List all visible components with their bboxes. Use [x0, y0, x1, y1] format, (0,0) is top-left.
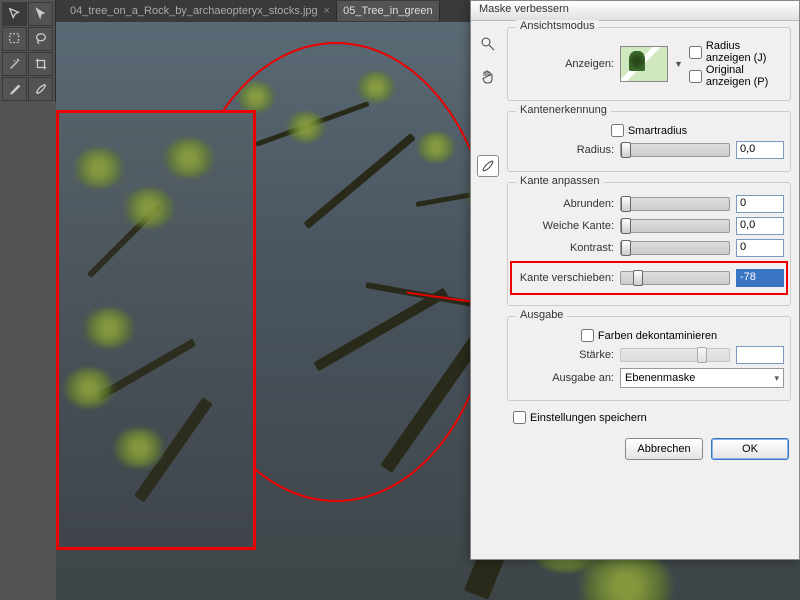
shift-edge-label: Kante verschieben: [514, 272, 614, 284]
button-label: Abbrechen [637, 443, 690, 455]
tab-doc-2[interactable]: 05_Tree_in_green [337, 1, 440, 21]
button-label: OK [742, 443, 758, 455]
radius-slider[interactable] [620, 143, 730, 157]
show-original-checkbox[interactable] [689, 70, 702, 83]
smooth-input[interactable]: 0 [736, 195, 784, 213]
show-radius-checkbox[interactable] [689, 46, 702, 59]
show-label: Anzeigen: [514, 58, 614, 70]
crop-tool[interactable] [28, 52, 53, 76]
checkbox-label: Radius anzeigen (J) [706, 40, 784, 64]
decontaminate-checkbox[interactable] [581, 329, 594, 342]
output-to-label: Ausgabe an: [514, 372, 614, 384]
checkbox-label: Einstellungen speichern [530, 412, 647, 424]
tool-palette [0, 0, 56, 102]
tab-label: 04_tree_on_a_Rock_by_archaeopteryx_stock… [70, 5, 318, 17]
amount-input [736, 346, 784, 364]
view-preview[interactable] [620, 46, 668, 82]
marquee-tool[interactable] [2, 27, 27, 51]
tab-doc-1[interactable]: 04_tree_on_a_Rock_by_archaeopteryx_stock… [64, 1, 337, 21]
annotation-highlight: Kante verschieben: -78 [510, 261, 788, 295]
ok-button[interactable]: OK [711, 438, 789, 460]
select-value: Ebenenmaske [625, 372, 695, 384]
output-to-select[interactable]: Ebenenmaske ▾ [620, 368, 784, 388]
feather-label: Weiche Kante: [514, 220, 614, 232]
hand-icon[interactable] [477, 65, 499, 87]
zoom-icon[interactable] [477, 33, 499, 55]
amount-slider [620, 348, 730, 362]
shift-edge-slider[interactable] [620, 271, 730, 285]
shift-edge-input[interactable]: -78 [736, 269, 784, 287]
adjust-edge-group: Kante anpassen Abrunden: 0 Weiche Kante:… [507, 182, 791, 306]
amount-label: Stärke: [514, 349, 614, 361]
radius-label: Radius: [514, 144, 614, 156]
group-title: Kante anpassen [516, 175, 604, 187]
contrast-slider[interactable] [620, 241, 730, 255]
refine-brush-icon[interactable] [477, 155, 499, 177]
remember-settings-checkbox[interactable] [513, 411, 526, 424]
wand-tool[interactable] [2, 52, 27, 76]
direct-select-tool[interactable] [28, 2, 53, 26]
smooth-slider[interactable] [620, 197, 730, 211]
contrast-label: Kontrast: [514, 242, 614, 254]
close-icon[interactable]: × [324, 5, 330, 17]
contrast-input[interactable]: 0 [736, 239, 784, 257]
feather-input[interactable]: 0,0 [736, 217, 784, 235]
eyedropper-tool[interactable] [2, 77, 27, 101]
tab-label: 05_Tree_in_green [343, 5, 433, 17]
checkbox-label: Smartradius [628, 125, 687, 137]
chevron-down-icon[interactable]: ▼ [674, 59, 683, 69]
dialog-title: Maske verbessern [471, 1, 799, 21]
group-title: Kantenerkennung [516, 104, 611, 116]
view-mode-group: Ansichtsmodus Anzeigen: ▼ Radius anzeige… [507, 27, 791, 101]
cancel-button[interactable]: Abbrechen [625, 438, 703, 460]
dialog-tool-column [477, 27, 501, 424]
lasso-tool[interactable] [28, 27, 53, 51]
move-tool[interactable] [2, 2, 27, 26]
smart-radius-checkbox[interactable] [611, 124, 624, 137]
group-title: Ansichtsmodus [516, 20, 599, 32]
edge-detection-group: Kantenerkennung Smartradius Radius: 0,0 [507, 111, 791, 172]
group-title: Ausgabe [516, 309, 567, 321]
checkbox-label: Farben dekontaminieren [598, 330, 717, 342]
refine-mask-dialog: Maske verbessern Ansichtsmodus Anzeigen:… [470, 0, 800, 560]
brush-tool[interactable] [28, 77, 53, 101]
chevron-down-icon: ▾ [774, 373, 779, 384]
checkbox-label: Original anzeigen (P) [706, 64, 784, 88]
output-group: Ausgabe Farben dekontaminieren Stärke: A… [507, 316, 791, 401]
feather-slider[interactable] [620, 219, 730, 233]
radius-input[interactable]: 0,0 [736, 141, 784, 159]
smooth-label: Abrunden: [514, 198, 614, 210]
